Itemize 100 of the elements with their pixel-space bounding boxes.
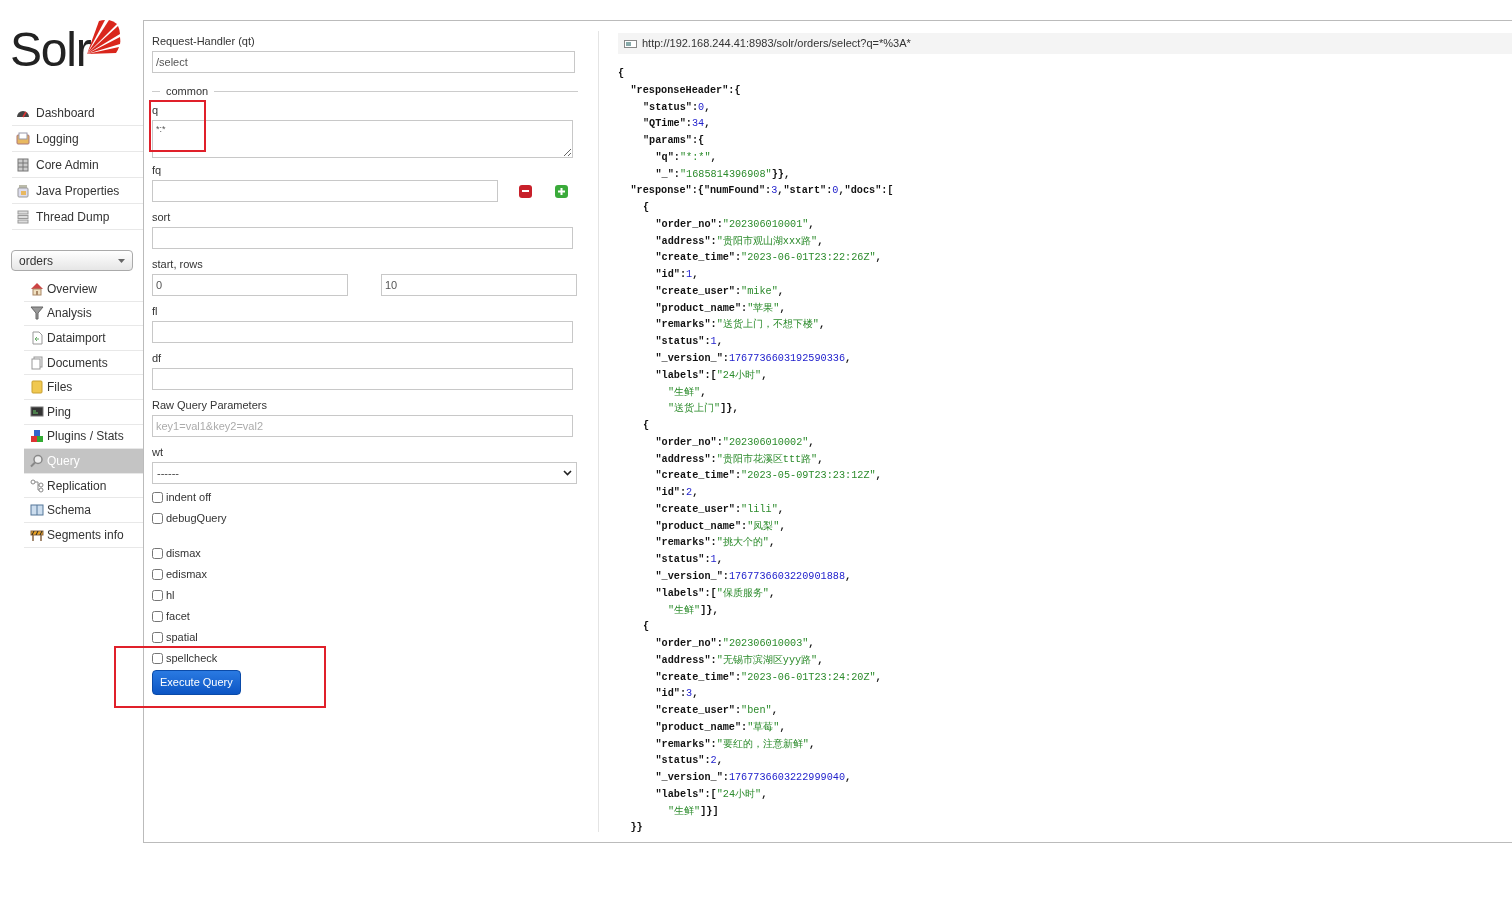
json-line: "response":{"numFound":3,"start":0,"docs":[: [629, 184, 894, 199]
json-line: "create_time":"2023-05-09T23:23:12Z",: [654, 469, 882, 484]
url-bar[interactable]: http://192.168.244.41:8983/solr/orders/select?q=*%3A*: [618, 33, 1512, 54]
field-label: Request-Handler (qt): [152, 34, 255, 48]
checkbox[interactable]: [152, 632, 163, 643]
core-menu-item[interactable]: Documents: [24, 350, 143, 376]
checkbox-option[interactable]: edismax: [152, 564, 578, 585]
json-line: "labels":["24小时",: [654, 368, 768, 383]
checkbox[interactable]: [152, 548, 163, 559]
remove-button[interactable]: [519, 184, 532, 198]
json-line: "remarks":"要红的，注意新鲜",: [654, 737, 815, 752]
nav-item[interactable]: Thread Dump: [12, 204, 143, 230]
json-line: "labels":["保质服务",: [654, 586, 775, 601]
json-line: "生鲜",: [667, 385, 707, 400]
json-line: "status":1,: [654, 553, 723, 568]
checkbox-option[interactable]: hl: [152, 585, 578, 606]
checkbox[interactable]: [152, 513, 163, 524]
json-line: "_":"1685814396908"}},: [654, 167, 790, 182]
field-label: start, rows: [152, 257, 203, 271]
field-label: q: [152, 103, 159, 117]
checkbox[interactable]: [152, 611, 163, 622]
json-line: "address":"贵阳市花溪区ttt路",: [654, 452, 824, 467]
core-menu-item[interactable]: Schema: [24, 498, 143, 523]
input-field[interactable]: /select: [152, 51, 575, 73]
checkbox-option[interactable]: facet: [152, 606, 578, 627]
checkbox-option[interactable]: spellcheck: [152, 648, 578, 669]
json-line: "生鲜"]}]: [667, 804, 719, 819]
json-line: {: [642, 620, 650, 635]
checkbox-option[interactable]: spatial: [152, 627, 578, 648]
json-line: "_version_":1767736603220901888,: [654, 569, 852, 584]
json-line: "送货上门"]},: [667, 401, 739, 417]
jar-icon: [16, 183, 30, 198]
json-line: "product_name":"凤梨",: [654, 519, 786, 534]
core-menu-item[interactable]: Overview: [24, 277, 143, 302]
json-line: "address":"无锡市滨湖区yyy路",: [654, 653, 824, 668]
format-select[interactable]: ------: [152, 462, 577, 484]
input-field[interactable]: [152, 321, 573, 343]
monitor-icon: [30, 404, 44, 419]
json-line: "params":{: [642, 134, 705, 149]
tray-icon: [16, 131, 30, 146]
execute-query-button[interactable]: Execute Query: [152, 670, 241, 695]
caret-icon: [118, 258, 125, 263]
json-line: "address":"贵阳市观山湖xxx路",: [654, 234, 824, 249]
json-line: "status":0,: [642, 100, 711, 115]
checkbox-option[interactable]: dismax: [152, 543, 578, 564]
field-label: fq: [152, 163, 162, 177]
nav-item[interactable]: Java Properties: [12, 178, 143, 204]
book-icon: [30, 503, 44, 518]
json-line: "create_time":"2023-06-01T23:24:20Z",: [654, 670, 882, 685]
logo-text: Solr: [10, 22, 91, 78]
page-icon: [30, 331, 44, 345]
input-field[interactable]: 10: [381, 274, 577, 296]
json-line: "id":1,: [654, 268, 699, 283]
funnel-icon: [30, 306, 44, 321]
checkbox[interactable]: [152, 653, 163, 664]
input-field[interactable]: [152, 227, 573, 249]
grid-icon: [16, 157, 30, 172]
checkbox[interactable]: [152, 590, 163, 601]
input-field[interactable]: [152, 368, 573, 390]
pages-icon: [30, 355, 44, 370]
query-textarea[interactable]: *:*: [152, 120, 573, 158]
barrier-icon: [30, 527, 44, 542]
blocks-icon: [30, 429, 44, 444]
json-line: "product_name":"草莓",: [654, 720, 786, 735]
json-line: {: [642, 419, 650, 434]
core-menu-item[interactable]: Segments info: [24, 522, 143, 548]
json-line: "_version_":1767736603222999040,: [654, 771, 852, 786]
json-line: "id":3,: [654, 687, 699, 702]
nav-item[interactable]: Logging: [12, 126, 143, 152]
highlight-frame: [149, 100, 206, 152]
json-line: "status":2,: [654, 754, 723, 769]
json-line: "remarks":"送货上门，不想下楼",: [654, 317, 825, 333]
json-line: "生鲜"]},: [667, 603, 719, 618]
house-icon: [30, 281, 44, 296]
json-line: "q":"*:*",: [654, 150, 717, 165]
input-field[interactable]: [152, 180, 498, 202]
input-field[interactable]: key1=val1&key2=val2: [152, 415, 573, 437]
field-label: fl: [152, 304, 158, 318]
input-field[interactable]: 0: [152, 274, 348, 296]
field-label: df: [152, 351, 162, 365]
field-label: sort: [152, 210, 171, 224]
nav-item[interactable]: Core Admin: [12, 152, 143, 178]
checkbox-option[interactable]: indent off: [152, 487, 578, 508]
json-line: "id":2,: [654, 486, 699, 501]
core-menu-item[interactable]: Analysis: [24, 301, 143, 327]
json-line: {: [618, 67, 625, 81]
core-menu-item[interactable]: Files: [24, 375, 143, 400]
core-menu-item[interactable]: Replication: [24, 473, 143, 499]
nav-item[interactable]: Dashboard: [12, 100, 143, 126]
checkbox[interactable]: [152, 492, 163, 503]
core-menu-item[interactable]: Ping: [24, 399, 143, 425]
checkbox-option[interactable]: debugQuery: [152, 508, 578, 529]
core-menu-item[interactable]: Dataimport: [24, 326, 143, 351]
checkbox[interactable]: [152, 569, 163, 580]
add-button[interactable]: [555, 184, 568, 198]
json-line: "remarks":"挑大个的",: [654, 536, 775, 551]
search-icon: [30, 453, 44, 468]
json-line: "status":1,: [654, 335, 723, 350]
core-selector[interactable]: orders: [11, 250, 133, 271]
minus-icon: [522, 190, 529, 192]
